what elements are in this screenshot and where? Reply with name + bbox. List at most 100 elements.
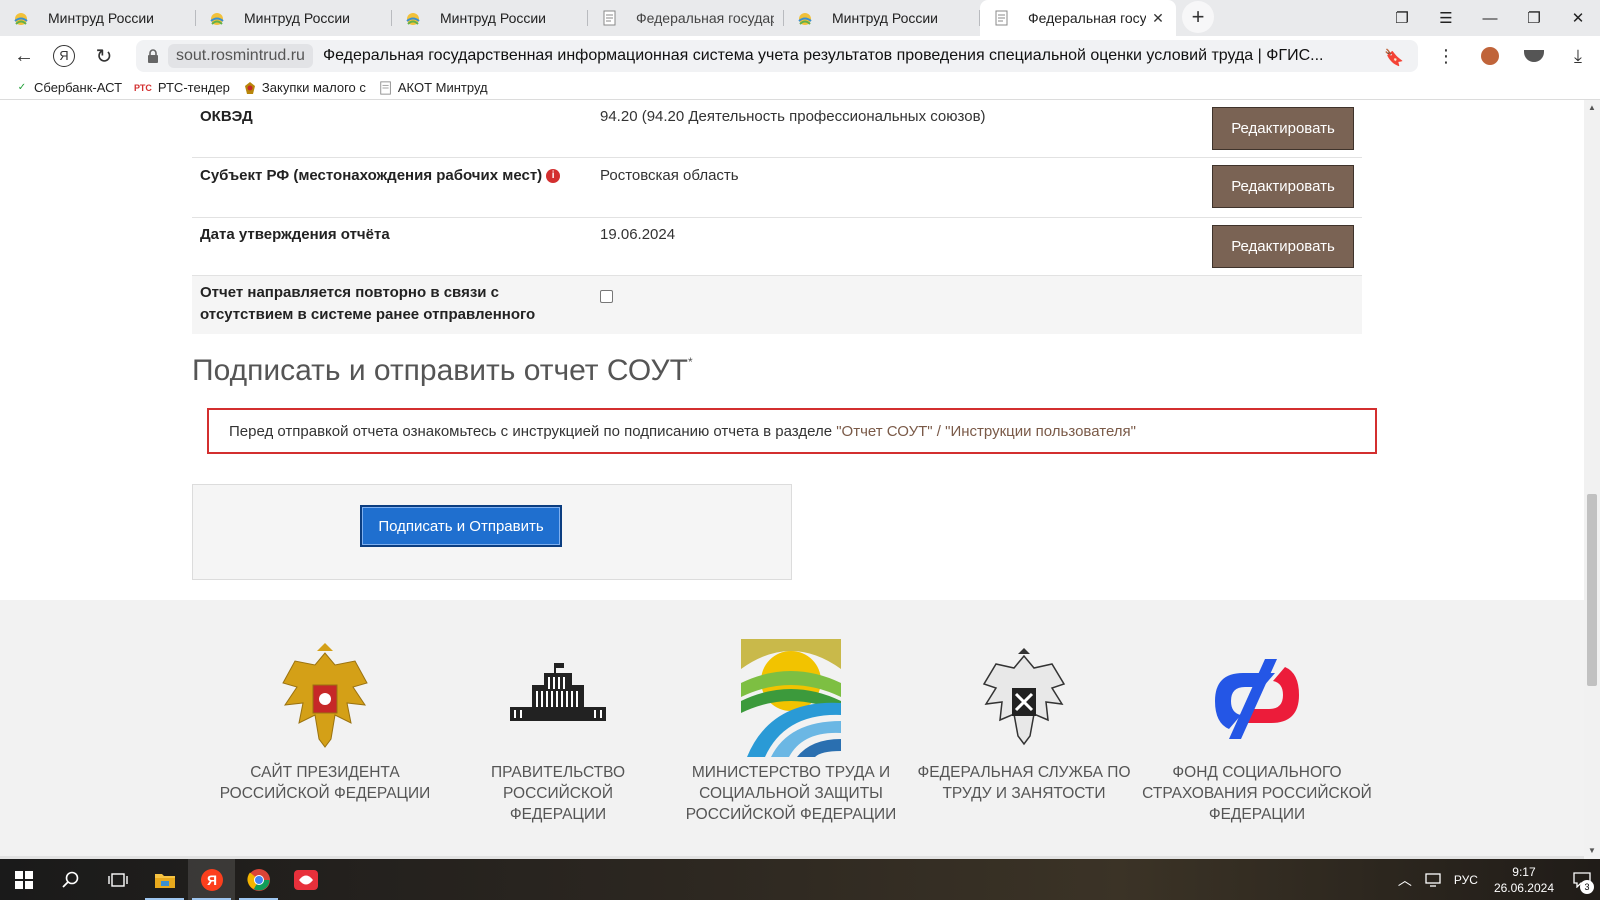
sout-report-link[interactable]: "Отчет СОУТ": [836, 423, 932, 440]
org-name-line: СТРАХОВАНИЯ РОССИЙСКОЙ: [1142, 785, 1372, 802]
mintrud-favicon-icon: [406, 13, 420, 25]
mintrud-favicon-icon: [798, 13, 812, 25]
table-row: Отчет направляется повторно в связи с от…: [192, 276, 1362, 334]
org-name-line: ФОНД СОЦИАЛЬНОГО: [1172, 764, 1342, 781]
browser-tab[interactable]: Минтруд России: [0, 0, 196, 36]
bookmark-label: АКОТ Минтруд: [397, 80, 488, 95]
footer-org-rostrud[interactable]: ФЕДЕРАЛЬНАЯ СЛУЖБА ПО ТРУДУ И ЗАНЯТОСТИ: [909, 638, 1139, 804]
scrollbar-thumb[interactable]: [1587, 494, 1597, 686]
browser-tab[interactable]: Минтруд России: [784, 0, 980, 36]
rostrud-emblem-icon: [909, 638, 1139, 758]
windows-start-icon[interactable]: [0, 859, 47, 900]
search-icon[interactable]: [47, 859, 94, 900]
file-explorer-icon[interactable]: [141, 859, 188, 900]
tab-label: Минтруд России: [440, 10, 546, 26]
mintrud-favicon-icon: [14, 13, 28, 25]
footer-org-sfr[interactable]: ФОНД СОЦИАЛЬНОГО СТРАХОВАНИЯ РОССИЙСКОЙ …: [1142, 638, 1372, 825]
required-mark: *: [687, 355, 693, 369]
emblem-icon: [242, 80, 258, 96]
profile-icon[interactable]: [1512, 36, 1556, 76]
table-row: Субъект РФ (местонахождения рабочих мест…: [192, 158, 1362, 218]
resend-checkbox[interactable]: [600, 290, 613, 303]
tab-close-icon[interactable]: ✕: [1150, 10, 1166, 26]
url-page-title: Федеральная государственная информационн…: [322, 47, 1323, 64]
info-icon[interactable]: i: [546, 169, 561, 183]
org-name-line: ФЕДЕРАЛЬНАЯ СЛУЖБА ПО: [917, 764, 1131, 781]
bookmark-item[interactable]: Закупки малого с: [242, 80, 366, 96]
document-favicon-icon: [995, 10, 1008, 26]
extension-icon[interactable]: [1468, 36, 1512, 76]
yandex-icon[interactable]: Я: [44, 36, 84, 76]
page-scrollbar[interactable]: ▲ ▼: [1584, 100, 1600, 859]
windows-taskbar: Я ︿ РУС 9:17 26.06.2024 3: [0, 859, 1600, 900]
menu-icon[interactable]: ☰: [1424, 0, 1468, 36]
row-label-text: Субъект РФ (местонахождения рабочих мест…: [200, 167, 543, 184]
browser-tab-active[interactable]: Федеральная государс ✕: [980, 0, 1176, 36]
app-red-icon[interactable]: [282, 859, 329, 900]
lock-icon: [148, 49, 158, 63]
more-vertical-icon[interactable]: ⋮: [1424, 36, 1468, 76]
page-viewport: ОКВЭД 94.20 (94.20 Деятельность професси…: [0, 100, 1584, 859]
back-arrow-icon[interactable]: ←: [4, 36, 44, 76]
tab-label: Минтруд России: [48, 10, 154, 26]
tray-chevron-up-icon[interactable]: ︿: [1392, 870, 1418, 890]
org-name-line: ТРУДУ И ЗАНЯТОСТИ: [942, 785, 1106, 802]
row-label-line: отсутствием в системе ранее отправленног…: [200, 306, 536, 323]
government-house-icon: [443, 638, 673, 758]
tab-label: Минтруд России: [244, 10, 350, 26]
footer-org-president[interactable]: САЙТ ПРЕЗИДЕНТА РОССИЙСКОЙ ФЕДЕРАЦИИ: [210, 638, 440, 804]
close-window-icon[interactable]: ✕: [1556, 0, 1600, 36]
tab-manager-icon[interactable]: ❐: [1380, 0, 1424, 36]
browser-tab[interactable]: Минтруд России: [392, 0, 588, 36]
new-tab-button[interactable]: +: [1182, 1, 1214, 33]
footer-org-government[interactable]: ПРАВИТЕЛЬСТВО РОССИЙСКОЙ ФЕДЕРАЦИИ: [443, 638, 673, 825]
minimize-icon[interactable]: —: [1468, 0, 1512, 36]
footer: САЙТ ПРЕЗИДЕНТА РОССИЙСКОЙ ФЕДЕРАЦИИ ПРА…: [0, 600, 1584, 859]
row-label-line: Отчет направляется повторно в связи с: [200, 284, 500, 301]
row-value: 19.06.2024: [600, 226, 676, 243]
task-view-icon[interactable]: [94, 859, 141, 900]
sign-and-send-button[interactable]: Подписать и Отправить: [360, 505, 562, 547]
org-name: ФЕДЕРАЛЬНАЯ СЛУЖБА ПО ТРУДУ И ЗАНЯТОСТИ: [909, 762, 1139, 804]
mintrud-favicon-icon: [210, 13, 224, 25]
edit-button[interactable]: Редактировать: [1212, 107, 1354, 150]
edit-button[interactable]: Редактировать: [1212, 225, 1354, 268]
org-name-line: ФЕДЕРАЦИИ: [509, 806, 607, 823]
scroll-up-icon[interactable]: ▲: [1584, 100, 1600, 116]
downloads-icon[interactable]: ⤓: [1556, 36, 1600, 76]
scroll-down-icon[interactable]: ▼: [1584, 843, 1600, 859]
browser-tab[interactable]: Федеральная государстве: [588, 0, 784, 36]
url-field[interactable]: sout.rosmintrud.ru Федеральная государст…: [136, 40, 1418, 72]
org-name-line: РОССИЙСКОЙ ФЕДЕРАЦИИ: [685, 806, 897, 823]
notifications-icon[interactable]: 3: [1564, 859, 1600, 900]
svg-text:Я: Я: [206, 872, 216, 888]
reload-icon[interactable]: ↻: [84, 36, 124, 76]
russian-coat-of-arms-icon: [210, 638, 440, 758]
notification-count: 3: [1580, 880, 1594, 894]
org-name-line: ПРАВИТЕЛЬСТВО РОССИЙСКОЙ: [490, 764, 626, 802]
footer-org-mintrud[interactable]: МИНИСТЕРСТВО ТРУДА И СОЦИАЛЬНОЙ ЗАЩИТЫ Р…: [676, 638, 906, 825]
table-row: Дата утверждения отчёта 19.06.2024 Редак…: [192, 218, 1362, 276]
bookmark-label: РТС-тендер: [157, 80, 230, 95]
row-value: Ростовская область: [600, 167, 739, 184]
language-indicator[interactable]: РУС: [1448, 873, 1484, 887]
network-icon[interactable]: [1418, 872, 1448, 887]
browser-tab[interactable]: Минтруд России: [196, 0, 392, 36]
bookmark-label: Сбербанк-АСТ: [34, 80, 123, 95]
row-label: ОКВЭД: [200, 108, 253, 125]
org-name: ФОНД СОЦИАЛЬНОГО СТРАХОВАНИЯ РОССИЙСКОЙ …: [1142, 762, 1372, 825]
bookmark-item[interactable]: АКОТ Минтруд: [378, 80, 488, 96]
org-name-line: ФЕДЕРАЦИИ: [1208, 806, 1306, 823]
bookmark-icon[interactable]: 🔖: [1384, 48, 1404, 68]
clock[interactable]: 9:17 26.06.2024: [1484, 864, 1564, 896]
yandex-browser-icon[interactable]: Я: [188, 859, 235, 900]
org-name: ПРАВИТЕЛЬСТВО РОССИЙСКОЙ ФЕДЕРАЦИИ: [443, 762, 673, 825]
user-instructions-link[interactable]: "Инструкции пользователя": [945, 423, 1136, 440]
chrome-icon[interactable]: [235, 859, 282, 900]
bookmark-item[interactable]: РТС РТС-тендер: [134, 80, 230, 96]
bookmark-item[interactable]: ✓ Сбербанк-АСТ: [14, 80, 122, 96]
restore-icon[interactable]: ❐: [1512, 0, 1556, 36]
edit-button[interactable]: Редактировать: [1212, 165, 1354, 208]
org-name-line: РОССИЙСКОЙ ФЕДЕРАЦИИ: [219, 785, 431, 802]
rts-icon: РТС: [134, 82, 152, 93]
